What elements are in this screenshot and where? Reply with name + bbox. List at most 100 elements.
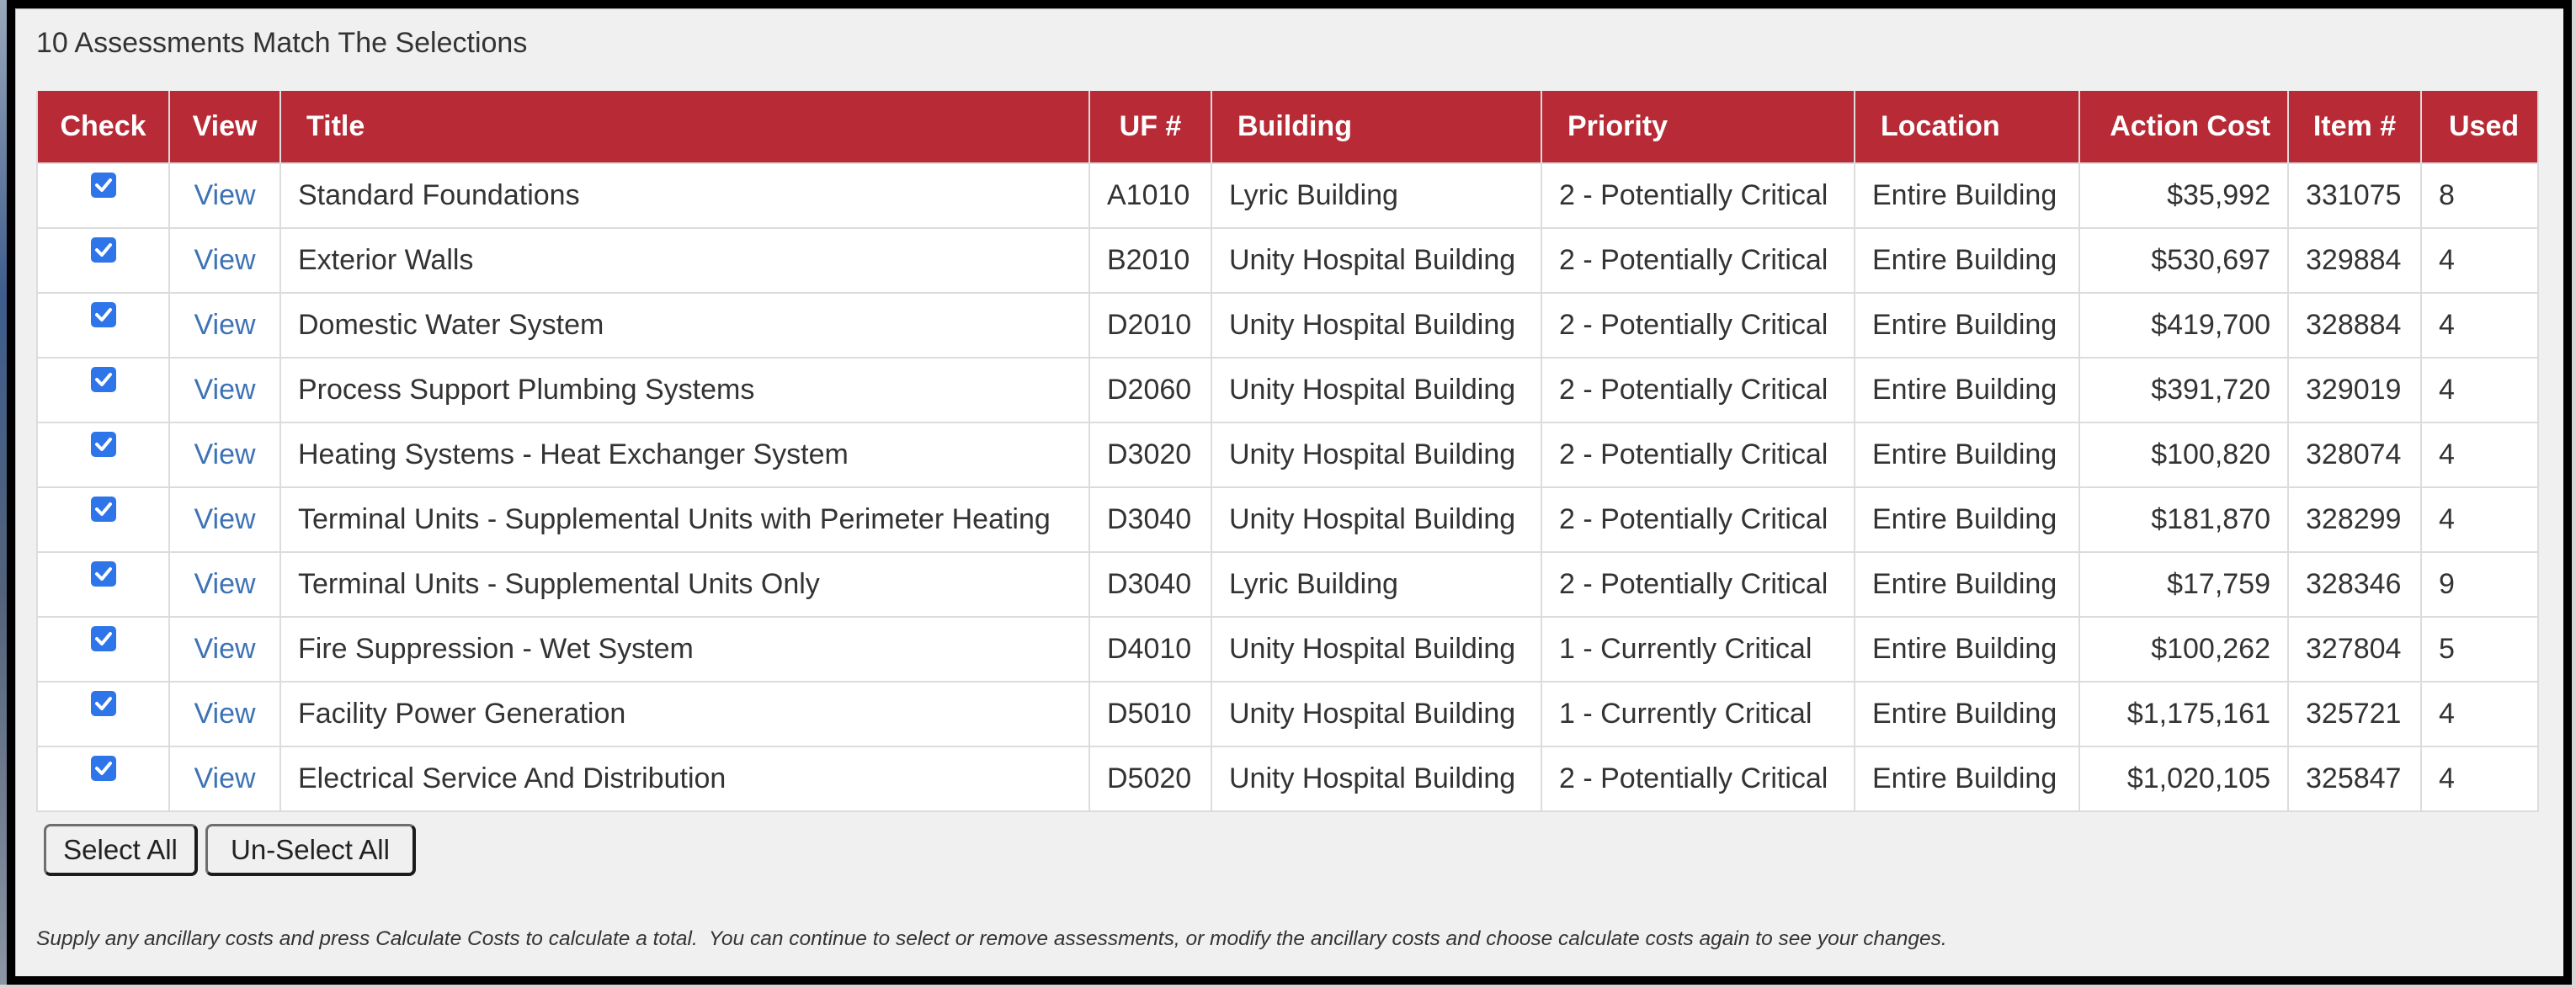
table-row: View Fire Suppression - Wet System D4010 Un… bbox=[36, 616, 2539, 683]
item-number-cell: 329884 bbox=[2287, 227, 2422, 294]
location-cell: Entire Building bbox=[1854, 422, 2080, 488]
view-link[interactable]: View bbox=[194, 244, 255, 276]
view-cell: View bbox=[168, 292, 281, 359]
select-checkbox[interactable] bbox=[90, 367, 116, 392]
building-cell: Unity Hospital Building bbox=[1211, 681, 1542, 747]
select-checkbox[interactable] bbox=[90, 173, 116, 198]
action-cost-cell: $35,992 bbox=[2078, 162, 2289, 229]
location-cell: Entire Building bbox=[1854, 162, 2080, 229]
select-checkbox[interactable] bbox=[90, 237, 116, 263]
title-cell: Fire Suppression - Wet System bbox=[279, 616, 1090, 683]
view-link[interactable]: View bbox=[194, 698, 255, 730]
used-count-cell: 4 bbox=[2420, 486, 2539, 553]
uf-number-cell: D4010 bbox=[1088, 616, 1212, 683]
view-link[interactable]: View bbox=[194, 568, 255, 600]
select-checkbox[interactable] bbox=[90, 626, 116, 651]
location-cell: Entire Building bbox=[1854, 357, 2080, 423]
location-cell: Entire Building bbox=[1854, 551, 2080, 618]
item-number-cell: 325721 bbox=[2287, 681, 2422, 747]
action-cost-cell: $391,720 bbox=[2078, 357, 2289, 423]
table-row: View Terminal Units - Supplemental Units … bbox=[36, 486, 2539, 553]
title-cell: Exterior Walls bbox=[279, 227, 1090, 294]
select-checkbox[interactable] bbox=[90, 302, 116, 327]
select-checkbox[interactable] bbox=[90, 756, 116, 781]
uf-number-cell: A1010 bbox=[1088, 162, 1212, 229]
column-header-action-cost[interactable]: Action Cost bbox=[2078, 91, 2289, 164]
checkmark-icon bbox=[94, 502, 112, 516]
column-header-title[interactable]: Title bbox=[279, 91, 1090, 164]
uf-number-cell: D2060 bbox=[1088, 357, 1212, 423]
instructions-note: Supply any ancillary costs and press Cal… bbox=[36, 927, 1947, 950]
column-header-view[interactable]: View bbox=[168, 91, 281, 164]
column-header-check[interactable]: Check bbox=[36, 91, 170, 164]
checkmark-icon bbox=[94, 762, 112, 775]
check-cell bbox=[36, 357, 170, 423]
item-number-cell: 329019 bbox=[2287, 357, 2422, 423]
item-number-cell: 328884 bbox=[2287, 292, 2422, 359]
item-number-cell: 327804 bbox=[2287, 616, 2422, 683]
window-edge-bottom bbox=[0, 985, 2576, 988]
checkmark-icon bbox=[94, 632, 112, 645]
priority-cell: 2 - Potentially Critical bbox=[1541, 746, 1855, 812]
check-cell bbox=[36, 292, 170, 359]
checkmark-icon bbox=[94, 243, 112, 257]
priority-cell: 1 - Currently Critical bbox=[1541, 681, 1855, 747]
uf-number-cell: B2010 bbox=[1088, 227, 1212, 294]
view-link[interactable]: View bbox=[194, 762, 255, 794]
select-checkbox[interactable] bbox=[90, 691, 116, 716]
column-header-building[interactable]: Building bbox=[1211, 91, 1542, 164]
table-row: View Standard Foundations A1010 Lyric Build… bbox=[36, 162, 2539, 229]
view-link[interactable]: View bbox=[194, 309, 255, 341]
view-cell: View bbox=[168, 422, 281, 488]
check-cell bbox=[36, 486, 170, 553]
action-cost-cell: $419,700 bbox=[2078, 292, 2289, 359]
table-row: View Heating Systems - Heat Exchanger Sys… bbox=[36, 422, 2539, 488]
item-number-cell: 331075 bbox=[2287, 162, 2422, 229]
title-cell: Domestic Water System bbox=[279, 292, 1090, 359]
select-checkbox[interactable] bbox=[90, 561, 116, 587]
checkmark-icon bbox=[94, 567, 112, 581]
location-cell: Entire Building bbox=[1854, 746, 2080, 812]
check-cell bbox=[36, 422, 170, 488]
select-checkbox[interactable] bbox=[90, 432, 116, 457]
column-header-uf-number[interactable]: UF # bbox=[1088, 91, 1212, 164]
uf-number-cell: D3040 bbox=[1088, 551, 1212, 618]
check-cell bbox=[36, 227, 170, 294]
view-cell: View bbox=[168, 227, 281, 294]
priority-cell: 2 - Potentially Critical bbox=[1541, 422, 1855, 488]
view-link[interactable]: View bbox=[194, 633, 255, 665]
check-cell bbox=[36, 162, 170, 229]
priority-cell: 2 - Potentially Critical bbox=[1541, 292, 1855, 359]
table-row: View Domestic Water System D2010 Unity Hosp… bbox=[36, 292, 2539, 359]
view-link[interactable]: View bbox=[194, 503, 255, 535]
uf-number-cell: D2010 bbox=[1088, 292, 1212, 359]
column-header-location[interactable]: Location bbox=[1854, 91, 2080, 164]
unselect-all-button[interactable]: Un-Select All bbox=[205, 824, 416, 876]
building-cell: Lyric Building bbox=[1211, 551, 1542, 618]
view-link[interactable]: View bbox=[194, 179, 255, 211]
uf-number-cell: D5010 bbox=[1088, 681, 1212, 747]
priority-cell: 2 - Potentially Critical bbox=[1541, 227, 1855, 294]
view-link[interactable]: View bbox=[194, 374, 255, 406]
column-header-priority[interactable]: Priority bbox=[1541, 91, 1855, 164]
view-cell: View bbox=[168, 162, 281, 229]
select-all-button[interactable]: Select All bbox=[44, 824, 198, 876]
column-header-used[interactable]: Used bbox=[2420, 91, 2539, 164]
uf-number-cell: D5020 bbox=[1088, 746, 1212, 812]
results-count-heading: 10 Assessments Match The Selections bbox=[36, 27, 528, 59]
select-checkbox[interactable] bbox=[90, 497, 116, 522]
table-row: View Facility Power Generation D5010 Unity … bbox=[36, 681, 2539, 747]
item-number-cell: 328299 bbox=[2287, 486, 2422, 553]
used-count-cell: 4 bbox=[2420, 292, 2539, 359]
check-cell bbox=[36, 551, 170, 618]
assessment-results-panel: 10 Assessments Match The Selections Chec… bbox=[15, 8, 2563, 976]
title-cell: Process Support Plumbing Systems bbox=[279, 357, 1090, 423]
priority-cell: 2 - Potentially Critical bbox=[1541, 162, 1855, 229]
used-count-cell: 4 bbox=[2420, 357, 2539, 423]
column-header-item-number[interactable]: Item # bbox=[2287, 91, 2422, 164]
used-count-cell: 9 bbox=[2420, 551, 2539, 618]
view-link[interactable]: View bbox=[194, 438, 255, 470]
used-count-cell: 4 bbox=[2420, 422, 2539, 488]
view-cell: View bbox=[168, 551, 281, 618]
building-cell: Unity Hospital Building bbox=[1211, 486, 1542, 553]
